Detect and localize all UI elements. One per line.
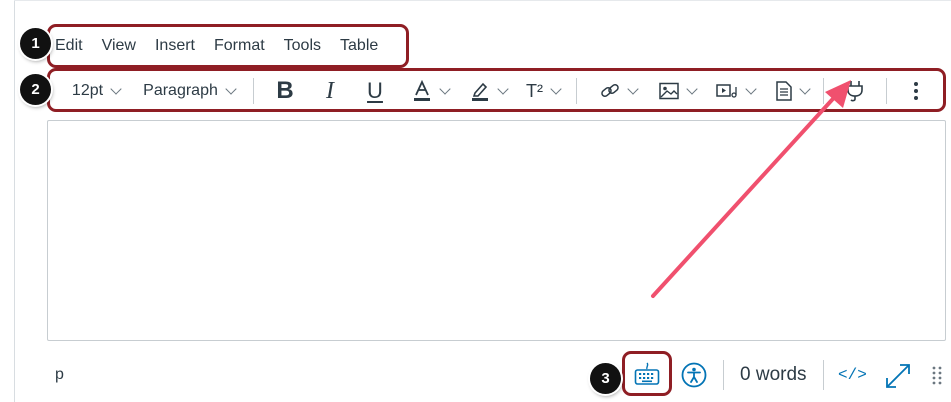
rich-content-editor: Edit View Insert Format Tools Table 12pt…	[0, 0, 951, 402]
annotation-arrow	[651, 80, 851, 298]
